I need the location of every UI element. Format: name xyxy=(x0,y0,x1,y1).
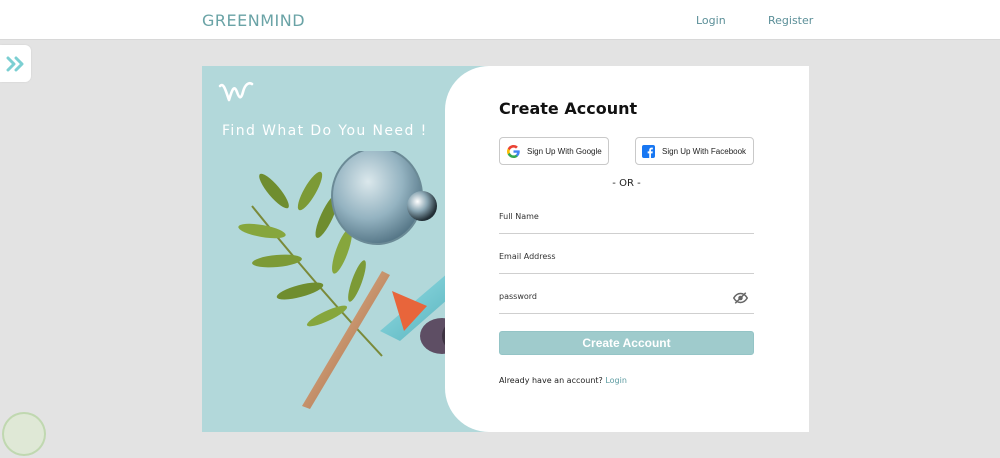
password-input[interactable] xyxy=(499,288,754,313)
top-navbar: GREENMIND Login Register xyxy=(0,0,1000,40)
signin-link[interactable]: Login xyxy=(605,376,627,385)
facebook-icon xyxy=(642,144,655,158)
password-field xyxy=(499,288,754,314)
full-name-field xyxy=(499,208,754,234)
sidebar-toggle-button[interactable] xyxy=(0,45,31,82)
hero-illustration xyxy=(238,151,472,409)
facebook-signup-button[interactable]: Sign Up With Facebook xyxy=(635,137,754,165)
nav-login-link[interactable]: Login xyxy=(696,14,726,27)
signup-form: Create Account Sign Up With Google Sign … xyxy=(445,66,809,432)
facebook-signup-label: Sign Up With Facebook xyxy=(662,146,747,156)
email-field xyxy=(499,248,754,274)
eye-off-icon[interactable] xyxy=(733,292,748,304)
full-name-input[interactable] xyxy=(499,208,754,233)
signup-card: Find What Do You Need ! Create Account S… xyxy=(202,66,809,432)
double-chevron-right-icon xyxy=(6,56,23,71)
hero-tagline: Find What Do You Need ! xyxy=(222,123,428,139)
security-badge-icon xyxy=(2,412,46,456)
form-title: Create Account xyxy=(499,99,638,118)
brand-mark-icon xyxy=(218,81,254,102)
signin-prompt: Already have an account? Login xyxy=(499,376,627,385)
email-input[interactable] xyxy=(499,248,754,273)
google-signup-label: Sign Up With Google xyxy=(527,146,602,156)
google-icon xyxy=(507,144,520,158)
brand-logo-text[interactable]: GREENMIND xyxy=(202,11,305,30)
signin-prompt-text: Already have an account? xyxy=(499,376,603,385)
create-account-button[interactable]: Create Account xyxy=(499,331,754,355)
or-divider: - OR - xyxy=(612,178,641,189)
google-signup-button[interactable]: Sign Up With Google xyxy=(499,137,609,165)
nav-register-link[interactable]: Register xyxy=(768,14,813,27)
hero-panel: Find What Do You Need ! xyxy=(202,66,472,432)
